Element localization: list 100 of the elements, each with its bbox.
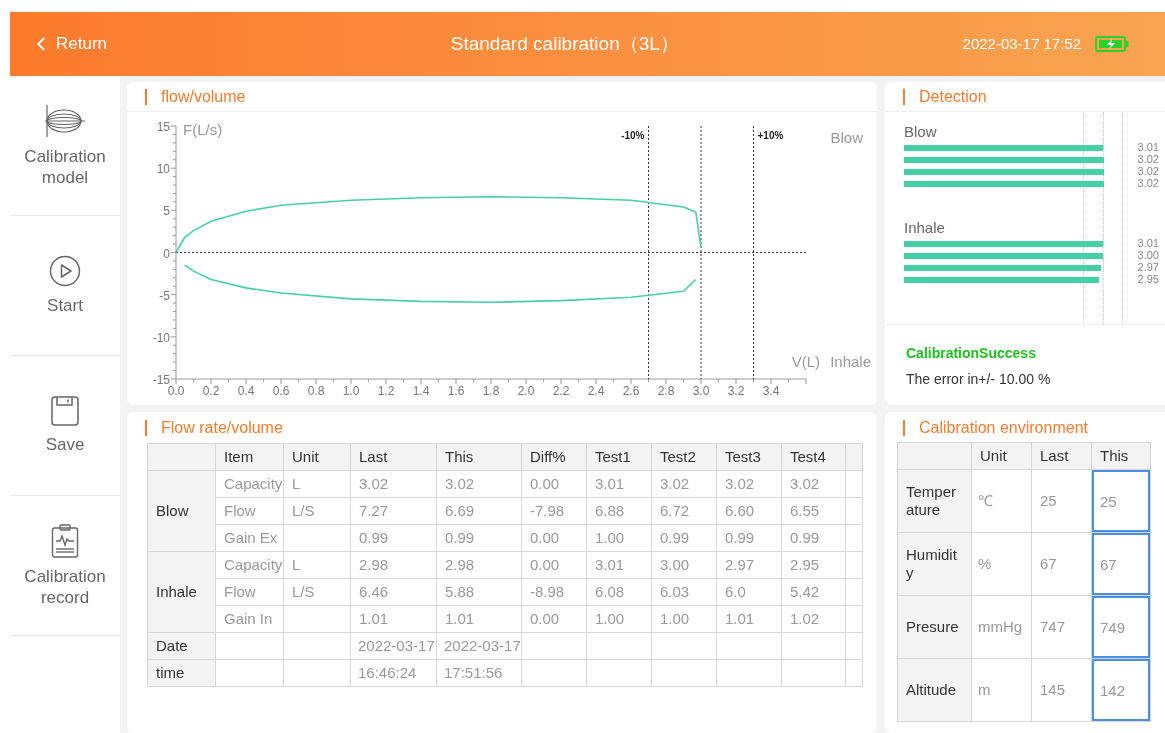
column-header: Test2	[651, 443, 717, 471]
unit-cell: m	[971, 658, 1032, 722]
table-cell: 3.02	[436, 470, 522, 498]
sidebar-item[interactable]: Calibration model	[10, 76, 120, 216]
table-cell: 3.02	[716, 470, 782, 498]
panel-title: flow/volume	[161, 86, 246, 107]
y-axis-label: F(L/s)	[183, 121, 223, 138]
column-header: This	[436, 443, 522, 471]
table-cell: 6.55	[781, 497, 846, 525]
table-cell: 6.69	[436, 497, 522, 525]
column-header: Unit	[971, 442, 1032, 470]
column-header: Diff%	[521, 443, 587, 471]
table-cell: 3.02	[781, 470, 846, 498]
item-cell: Capacity	[215, 470, 284, 498]
column-header: Last	[1031, 442, 1092, 470]
bar-reading: 3.02	[1137, 179, 1159, 188]
x-tick-label: 0.0	[167, 384, 185, 398]
column-header: Item	[215, 443, 284, 471]
table-cell: 16:46:24	[350, 659, 437, 687]
unit-cell: L/S	[283, 497, 351, 525]
item-cell: Capacity	[215, 551, 284, 579]
series-label: Blow	[830, 128, 863, 146]
sidebar-item[interactable]: Calibration record	[10, 496, 120, 636]
table-cell: -7.98	[521, 497, 587, 525]
item-cell: Flow	[215, 497, 284, 525]
sidebar-item[interactable]: Start	[10, 216, 120, 356]
y-tick-label: -15	[152, 373, 170, 387]
table-cell: 0.99	[716, 524, 782, 552]
x-tick-label: 0.8	[307, 384, 325, 398]
column-header: Test4	[781, 443, 846, 471]
sidebar-item[interactable]: Save	[10, 356, 120, 496]
y-tick-label: -5	[159, 288, 170, 303]
table-cell: 747	[1031, 595, 1092, 659]
table-cell: -8.98	[521, 578, 587, 606]
y-tick-label: 10	[156, 162, 170, 177]
table-cell: 5.42	[781, 578, 846, 606]
table-cell: 2022-03-17	[350, 632, 437, 660]
x-tick-label: 3.2	[727, 384, 745, 398]
y-tick-label: 15	[156, 120, 170, 134]
table-cell: 3.02	[651, 470, 717, 498]
x-tick-label: 1.8	[482, 384, 500, 398]
series-label: Inhale	[830, 353, 871, 371]
table-cell: 2.98	[350, 551, 437, 579]
spindle-icon	[43, 103, 87, 138]
x-axis-label: V(L)	[791, 353, 820, 371]
table-cell: 5.88	[436, 578, 522, 606]
x-tick-label: 1.2	[377, 384, 395, 398]
table-cell: 1.00	[586, 524, 652, 552]
row-header: Humidity	[897, 532, 972, 596]
item-cell: Flow	[215, 578, 284, 606]
unit-cell: %	[971, 532, 1032, 596]
value-field[interactable]: 142	[1092, 659, 1150, 721]
table-cell: 25	[1031, 469, 1092, 533]
unit-cell: L/S	[283, 578, 351, 606]
table-cell: 2.95	[781, 551, 846, 579]
datetime: 2022-03-17 17:52	[962, 33, 1081, 54]
item-cell: Gain In	[215, 605, 284, 633]
value-field[interactable]: 749	[1092, 596, 1150, 658]
table-cell: 6.0	[716, 578, 782, 606]
group-label: Blow	[904, 122, 938, 142]
x-tick-label: 1.0	[342, 384, 360, 398]
x-tick-label: 2.6	[622, 384, 640, 398]
value-field[interactable]: 25	[1092, 470, 1150, 532]
table-cell: 17:51:56	[436, 659, 522, 687]
table-cell: 0.00	[521, 470, 587, 498]
value-field[interactable]: 67	[1092, 533, 1150, 595]
bar-reading: 3.02	[1137, 167, 1159, 176]
table-cell: 0.00	[521, 551, 587, 579]
bar-reading: 3.00	[1137, 251, 1159, 260]
y-tick-label: 0	[163, 246, 170, 261]
column-header: Test1	[586, 443, 652, 471]
table-cell: 3.00	[651, 551, 717, 579]
group-label: Inhale	[904, 218, 946, 238]
row-header: Date	[147, 632, 216, 660]
column-header: Last	[350, 443, 437, 471]
bar-reading: 2.97	[1137, 263, 1159, 272]
x-tick-label: 3.4	[762, 384, 780, 398]
return-button[interactable]: Return	[30, 31, 108, 57]
clipboard-pulse-icon	[51, 523, 79, 558]
x-tick-label: 2.0	[517, 384, 535, 398]
x-tick-label: 0.4	[237, 384, 255, 398]
column-header: Unit	[283, 443, 351, 471]
x-tick-label: 0.6	[272, 384, 290, 398]
x-tick-label: 1.6	[447, 384, 465, 398]
bar-reading: 2.95	[1137, 275, 1159, 284]
table-cell: 1.00	[586, 605, 652, 633]
table-cell: 7.27	[350, 497, 437, 525]
table-cell: 6.08	[586, 578, 652, 606]
row-header: Altitude	[897, 658, 972, 722]
battery-icon	[1095, 36, 1129, 52]
row-header: time	[147, 659, 216, 687]
play-icon	[49, 255, 81, 287]
row-group-header: Inhale	[147, 551, 216, 633]
row-header: Presure	[897, 595, 972, 659]
table-cell: 6.03	[651, 578, 717, 606]
unit-cell: ℃	[971, 469, 1032, 533]
table-cell: 1.02	[781, 605, 846, 633]
table-cell: 2022-03-17	[436, 632, 522, 660]
page-title: Standard calibration（3L）	[449, 31, 680, 56]
row-group-header: Blow	[147, 470, 216, 552]
